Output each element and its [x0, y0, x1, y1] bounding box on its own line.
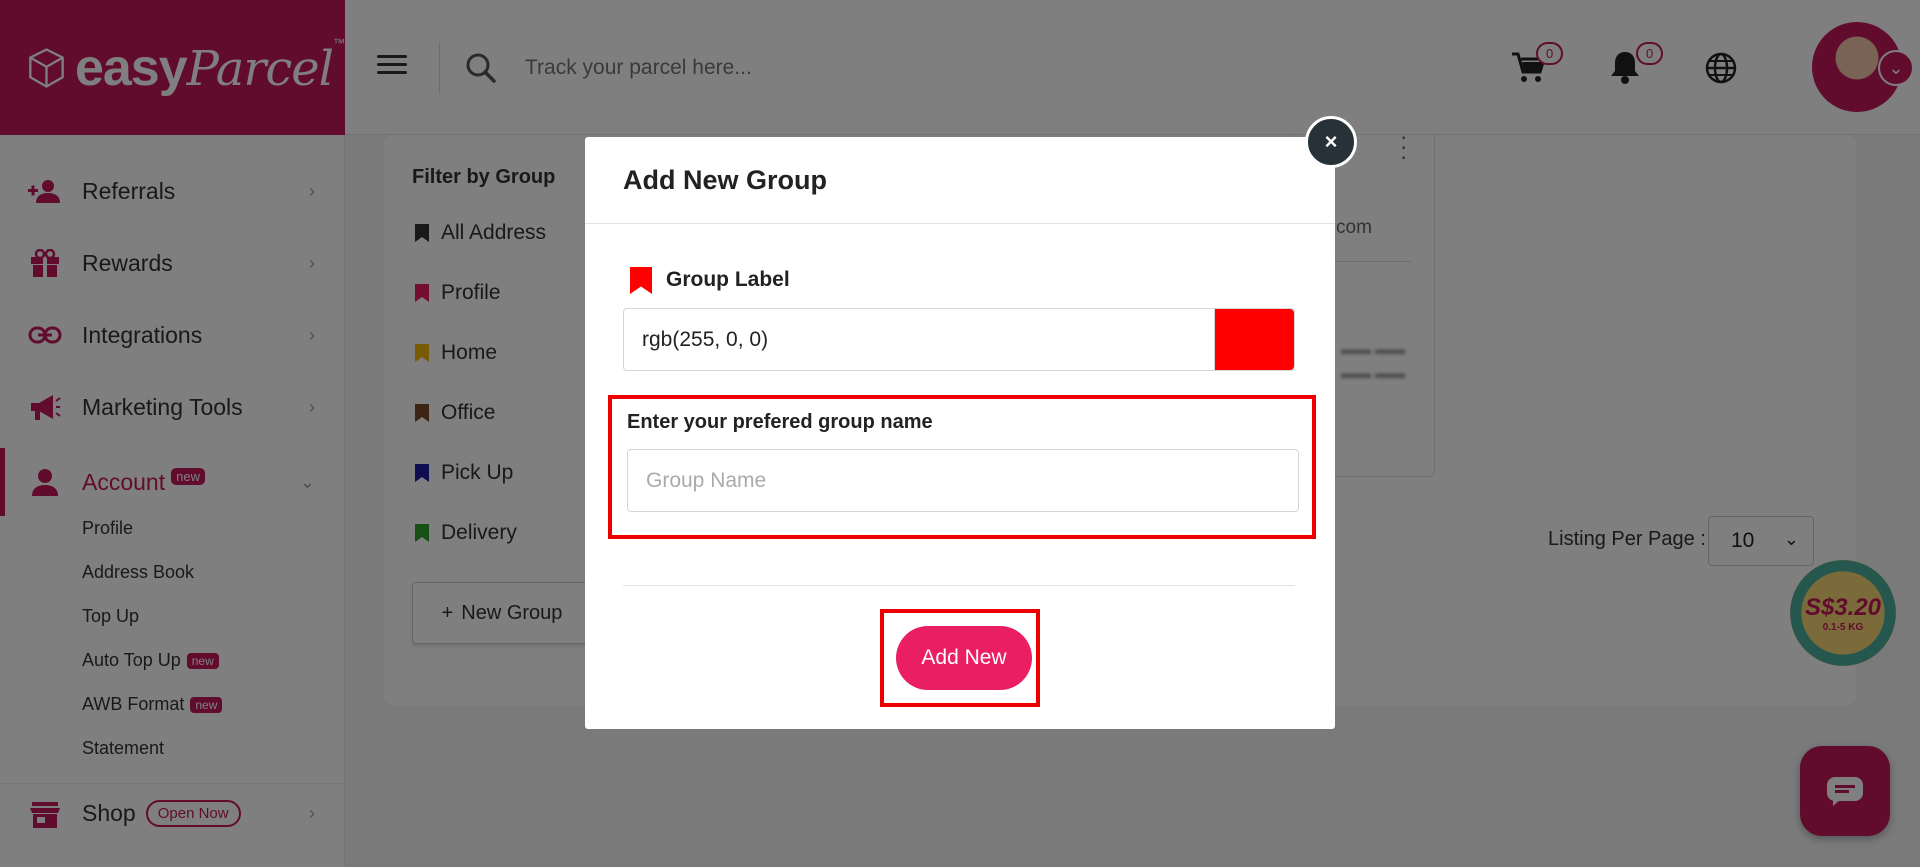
group-name-input[interactable] [627, 449, 1299, 512]
modal-title: Add New Group [623, 165, 827, 195]
add-new-group-modal: Add New Group Group Label rgb(255, 0, 0)… [585, 137, 1335, 729]
modal-divider [585, 223, 1335, 224]
group-name-label: Enter your prefered group name [627, 411, 933, 433]
color-picker-swatch[interactable] [1214, 309, 1294, 370]
add-new-highlight: Add New [880, 609, 1040, 707]
bookmark-icon [630, 267, 652, 294]
group-name-section: Enter your prefered group name [608, 395, 1316, 539]
group-label-title: Group Label [666, 268, 790, 291]
group-color-value: rgb(255, 0, 0) [642, 328, 769, 351]
modal-divider [623, 585, 1295, 586]
close-modal-button[interactable]: × [1305, 116, 1357, 168]
group-color-field[interactable]: rgb(255, 0, 0) [623, 308, 1295, 371]
add-new-button[interactable]: Add New [896, 626, 1032, 690]
